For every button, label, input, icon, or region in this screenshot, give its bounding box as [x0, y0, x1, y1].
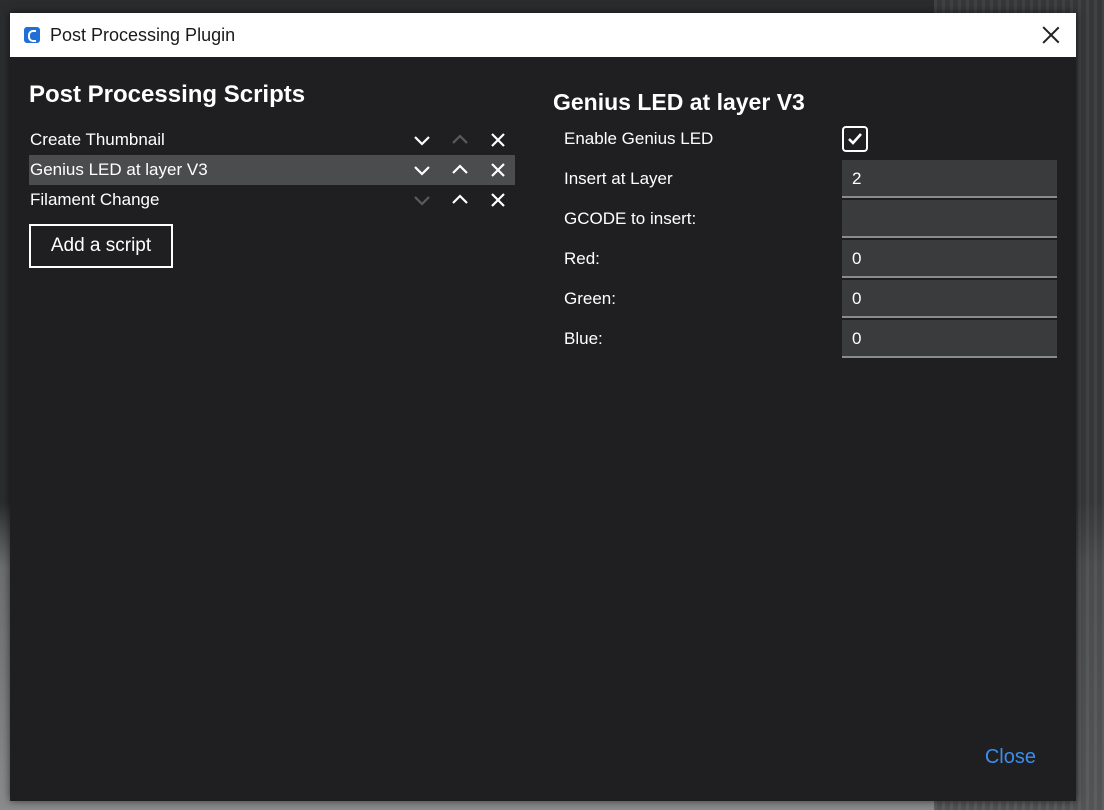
settings-title: Genius LED at layer V3: [553, 89, 805, 115]
chevron-up-icon: [452, 194, 468, 204]
setting-insert-at-layer: Insert at Layer 2: [553, 159, 1057, 199]
setting-label: GCODE to insert:: [564, 209, 697, 228]
move-down-button[interactable]: [407, 185, 437, 215]
script-list: Create Thumbnail Genius LED at layer V3: [29, 125, 515, 215]
insert-at-layer-input[interactable]: 2: [842, 160, 1057, 198]
script-name: Create Thumbnail: [30, 130, 165, 149]
script-name: Genius LED at layer V3: [30, 160, 208, 179]
move-up-button[interactable]: [445, 155, 475, 185]
remove-script-button[interactable]: [483, 185, 513, 215]
chevron-up-icon: [452, 164, 468, 174]
chevron-down-icon: [414, 196, 430, 206]
remove-script-button[interactable]: [483, 155, 513, 185]
scripts-panel: Post Processing Scripts Create Thumbnail…: [29, 79, 515, 268]
setting-label: Green:: [564, 289, 616, 308]
script-row[interactable]: Filament Change: [29, 185, 515, 215]
setting-label: Blue:: [564, 329, 603, 348]
post-processing-dialog: Post Processing Plugin Post Processing S…: [10, 13, 1076, 801]
window-close-button[interactable]: [1040, 24, 1062, 46]
script-row[interactable]: Genius LED at layer V3: [29, 155, 515, 185]
cura-app-icon: [24, 27, 40, 43]
chevron-down-icon: [414, 136, 430, 146]
close-icon: [491, 133, 505, 147]
add-script-button[interactable]: Add a script: [29, 224, 173, 268]
chevron-down-icon: [414, 166, 430, 176]
red-input[interactable]: 0: [842, 240, 1057, 278]
setting-label: Insert at Layer: [564, 169, 673, 188]
move-down-button[interactable]: [407, 155, 437, 185]
setting-green: Green: 0: [553, 279, 1057, 319]
window-title: Post Processing Plugin: [50, 24, 236, 45]
setting-gcode-to-insert: GCODE to insert:: [553, 199, 1057, 239]
setting-blue: Blue: 0: [553, 319, 1057, 359]
move-down-button[interactable]: [407, 125, 437, 155]
setting-label: Enable Genius LED: [564, 129, 714, 148]
close-icon: [491, 193, 505, 207]
gcode-to-insert-input[interactable]: [842, 200, 1057, 238]
script-settings-panel: Genius LED at layer V3 Enable Genius LED…: [553, 87, 1057, 359]
setting-red: Red: 0: [553, 239, 1057, 279]
move-up-button[interactable]: [445, 125, 475, 155]
setting-label: Red:: [564, 249, 600, 268]
green-input[interactable]: 0: [842, 280, 1057, 318]
close-button[interactable]: Close: [985, 746, 1036, 769]
title-bar: Post Processing Plugin: [10, 13, 1076, 57]
enable-genius-led-checkbox[interactable]: [842, 126, 868, 152]
close-icon: [491, 163, 505, 177]
script-name: Filament Change: [30, 190, 160, 209]
blue-input[interactable]: 0: [842, 320, 1057, 358]
move-up-button[interactable]: [445, 185, 475, 215]
script-row[interactable]: Create Thumbnail: [29, 125, 515, 155]
setting-enable-genius-led: Enable Genius LED: [553, 119, 1057, 159]
remove-script-button[interactable]: [483, 125, 513, 155]
scripts-heading: Post Processing Scripts: [29, 81, 306, 108]
chevron-up-icon: [452, 134, 468, 144]
checkmark-icon: [848, 133, 862, 145]
